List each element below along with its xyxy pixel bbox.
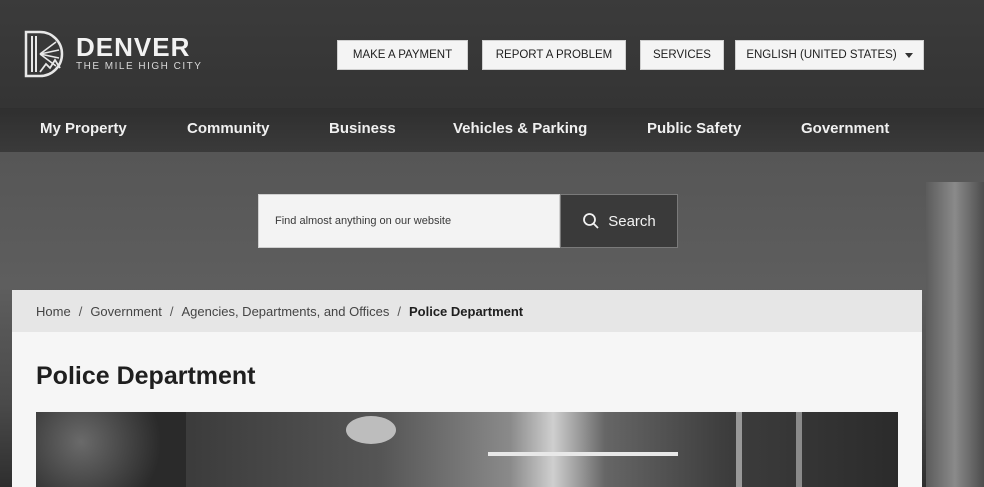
nav-item-my-property[interactable]: My Property: [40, 120, 127, 137]
breadcrumb-separator: /: [397, 304, 401, 319]
report-a-problem-button[interactable]: REPORT A PROBLEM: [482, 40, 626, 70]
breadcrumb-agencies[interactable]: Agencies, Departments, and Offices: [181, 304, 389, 319]
content-panel: Home / Government / Agencies, Departments, a…: [12, 290, 922, 487]
nav-item-vehicles-parking[interactable]: Vehicles & Parking: [453, 120, 587, 137]
denver-logo[interactable]: DENVER THE MILE HIGH CITY: [22, 28, 202, 80]
make-a-payment-label: MAKE A PAYMENT: [352, 49, 453, 61]
search-icon: [583, 213, 599, 229]
language-label: ENGLISH (UNITED STATES): [746, 49, 897, 61]
search-input[interactable]: [258, 194, 560, 248]
site-search: Search: [258, 194, 678, 248]
breadcrumb: Home / Government / Agencies, Departments, a…: [12, 290, 922, 332]
photo-sign: [346, 416, 396, 444]
breadcrumb-trail: Home / Government / Agencies, Departments, a…: [36, 304, 523, 319]
photo-foliage: [36, 412, 186, 487]
denver-logo-icon: [24, 30, 64, 78]
search-button-label: Search: [608, 212, 656, 230]
skyline-tower: [926, 182, 984, 487]
department-photo: [36, 412, 898, 487]
nav-item-business[interactable]: Business: [329, 120, 396, 137]
photo-column: [796, 412, 802, 487]
photo-light-strip: [488, 452, 678, 456]
breadcrumb-separator: /: [78, 304, 83, 319]
chevron-down-icon: [904, 52, 913, 58]
breadcrumb-government[interactable]: Government: [90, 304, 162, 319]
nav-item-community[interactable]: Community: [187, 120, 270, 137]
breadcrumb-separator: /: [169, 304, 174, 319]
page: DENVER THE MILE HIGH CITY MAKE A PAYMENT…: [0, 0, 984, 487]
photo-column: [736, 412, 742, 487]
services-label: SERVICES: [653, 49, 711, 61]
site-header: DENVER THE MILE HIGH CITY MAKE A PAYMENT…: [0, 0, 984, 108]
breadcrumb-current: Police Department: [408, 304, 524, 319]
make-a-payment-button[interactable]: MAKE A PAYMENT: [337, 40, 468, 70]
search-button[interactable]: Search: [560, 194, 678, 248]
brand-name: DENVER: [76, 32, 191, 62]
services-button[interactable]: SERVICES: [640, 40, 724, 70]
breadcrumb-home[interactable]: Home: [36, 304, 71, 319]
nav-item-public-safety[interactable]: Public Safety: [647, 120, 741, 137]
brand-tagline: THE MILE HIGH CITY: [76, 61, 203, 72]
report-a-problem-label: REPORT A PROBLEM: [495, 49, 613, 61]
page-title: Police Department: [36, 362, 256, 390]
logo-text: DENVER THE MILE HIGH CITY: [76, 34, 202, 74]
language-select[interactable]: ENGLISH (UNITED STATES): [735, 40, 924, 70]
main-nav: My Property Community Business Vehicles …: [0, 108, 984, 152]
nav-item-government[interactable]: Government: [801, 120, 889, 137]
